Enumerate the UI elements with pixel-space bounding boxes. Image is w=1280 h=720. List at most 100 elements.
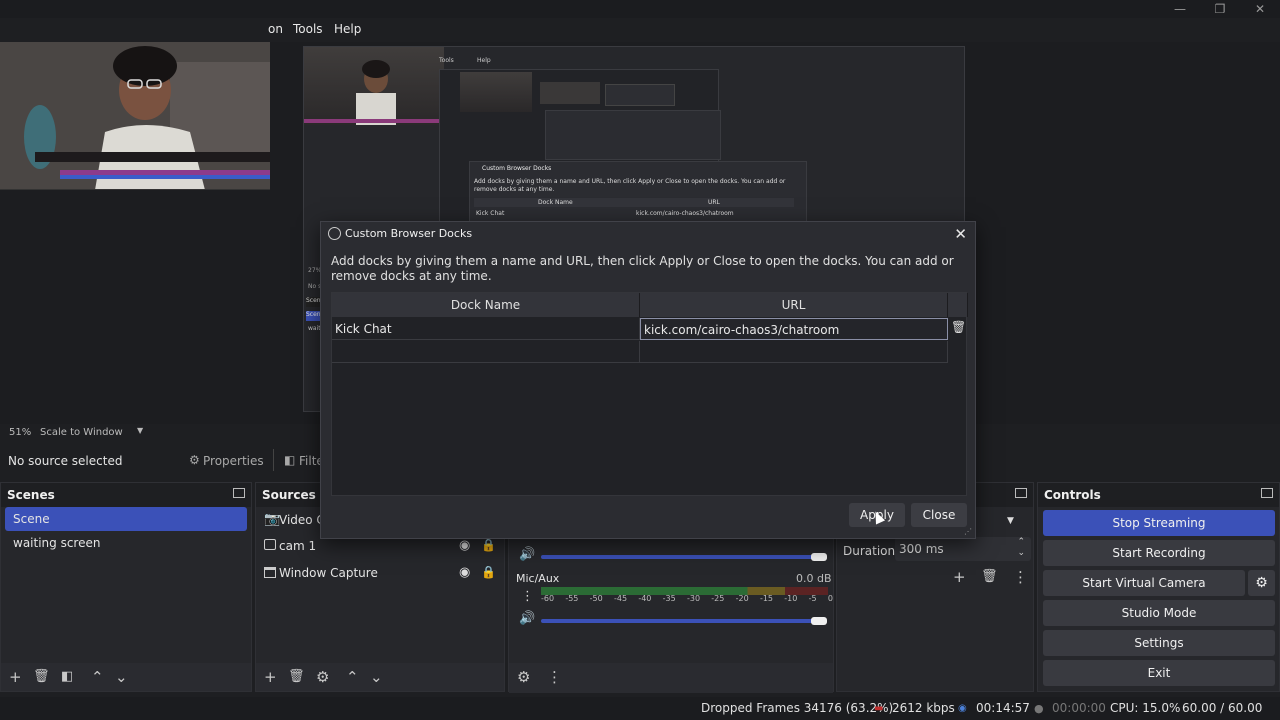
speaker-icon[interactable]: 🔊 [519, 611, 535, 626]
nested-menu-help: Help [477, 57, 491, 64]
new-dock-url-cell[interactable] [640, 341, 948, 363]
bitrate: 2612 kbps [892, 701, 955, 715]
docks-table: Dock Name URL Kick Chat kick.com/cairo-c… [331, 292, 968, 496]
more-icon[interactable]: ⋮ [1013, 563, 1028, 591]
chevron-down-icon[interactable]: ▼ [1007, 516, 1014, 526]
menu-bar [0, 18, 1280, 42]
title-bar: — ❐ ✕ [0, 0, 1280, 18]
start-virtual-camera-button[interactable]: Start Virtual Camera [1043, 570, 1245, 596]
maximize-button[interactable]: ❐ [1200, 0, 1240, 18]
status-bar: Dropped Frames 34176 (63.2%) ▬ 2612 kbps… [0, 697, 1280, 720]
obs-logo-icon [328, 227, 341, 240]
exit-button[interactable]: Exit [1043, 660, 1275, 686]
stop-streaming-button[interactable]: Stop Streaming [1043, 510, 1275, 536]
cpu-usage: CPU: 15.0% [1110, 701, 1181, 715]
menu-partial[interactable]: on [268, 22, 283, 36]
dialog-title-bar: Custom Browser Docks [321, 222, 975, 246]
chevron-down-icon[interactable]: ⌄ [370, 663, 383, 691]
controls-header: Controls [1038, 483, 1279, 507]
column-header-dock-name[interactable]: Dock Name [332, 293, 640, 317]
nested-webcam [304, 47, 444, 125]
camera-icon: 📷 [264, 512, 281, 527]
volume-knob[interactable] [811, 617, 827, 625]
nested-menu-tools: Tools [439, 57, 454, 64]
mixer-channel-name: Mic/Aux [516, 572, 560, 585]
float-icon[interactable] [1015, 488, 1027, 498]
zoom-mode-select[interactable]: Scale to Window [40, 427, 123, 438]
dock-name-cell[interactable]: Kick Chat [332, 318, 640, 340]
scene-item[interactable]: Scene [5, 507, 247, 531]
duration-input[interactable]: 300 ms ⌃ ⌄ [895, 537, 1031, 561]
add-icon[interactable]: + [953, 563, 966, 591]
start-recording-button[interactable]: Start Recording [1043, 540, 1275, 566]
add-icon[interactable]: + [9, 663, 22, 691]
volume-slider[interactable] [541, 555, 826, 559]
chevron-down-icon[interactable]: ▼ [137, 426, 143, 435]
no-source-label: No source selected [8, 454, 123, 468]
trash-icon[interactable]: 🗑 [33, 663, 50, 691]
nested-person-image [304, 60, 444, 125]
fps: 60.00 / 60.00 FPS [1182, 701, 1263, 715]
record-icon: ● [1034, 702, 1044, 715]
scene-item[interactable]: waiting screen [5, 531, 247, 555]
dialog-description: Add docks by giving them a name and URL,… [331, 254, 954, 283]
volume-knob[interactable] [811, 553, 827, 561]
chevron-up-icon[interactable]: ⌃ [346, 663, 359, 691]
filter-icon: ◧ [284, 453, 296, 467]
stream-icon: ◉ [958, 703, 967, 714]
menu-tools[interactable]: Tools [293, 22, 323, 36]
volume-slider[interactable] [541, 619, 826, 623]
studio-mode-button[interactable]: Studio Mode [1043, 600, 1275, 626]
zoom-level: 51% [9, 427, 32, 438]
eye-icon[interactable]: ◉ [459, 565, 470, 580]
settings-button[interactable]: Settings [1043, 630, 1275, 656]
column-header-actions [948, 293, 968, 317]
menu-help[interactable]: Help [334, 22, 361, 36]
scenes-title: Scenes [7, 488, 55, 502]
resize-grip-icon[interactable]: ⋰ [964, 527, 972, 536]
gear-icon[interactable]: ⚙ [316, 663, 329, 691]
add-icon[interactable]: + [264, 663, 277, 691]
gear-icon[interactable]: ⚙ [1248, 570, 1275, 596]
gear-icon: ⚙ [189, 453, 200, 467]
dock-url-cell[interactable]: kick.com/cairo-chaos3/chatroom [640, 318, 948, 340]
stream-time: 00:14:57 [976, 701, 1030, 715]
dropped-frames: Dropped Frames 34176 (63.2%) [701, 701, 894, 715]
gear-icon[interactable]: ⚙ [517, 663, 530, 691]
nested-dialog: Custom Browser Docks Add docks by giving… [469, 161, 807, 223]
more-icon[interactable]: ⋮ [521, 589, 534, 604]
custom-browser-docks-dialog: Custom Browser Docks ✕ Add docks by givi… [320, 221, 976, 539]
person-image [0, 42, 270, 189]
lock-icon[interactable]: 🔒 [481, 565, 496, 579]
trash-icon[interactable]: 🗑 [288, 663, 305, 691]
close-icon[interactable]: ✕ [954, 222, 967, 246]
scenes-dock: Scenes Scene waiting screen + 🗑 ◧ ⌃ ⌄ [0, 482, 252, 692]
column-header-url[interactable]: URL [640, 293, 948, 317]
more-icon[interactable]: ⋮ [547, 663, 562, 691]
dialog-title: Custom Browser Docks [345, 227, 473, 240]
float-icon[interactable] [1261, 488, 1273, 498]
properties-button[interactable]: Properties [203, 454, 264, 468]
filter-icon[interactable]: ◧ [61, 663, 73, 691]
meter-scale: -60 -55 -50 -45 -40 -35 -30 -25 -20 -15 -10 -5 0 [541, 594, 833, 603]
window-icon [264, 567, 276, 578]
lock-icon[interactable]: 🔒 [481, 538, 496, 552]
chevron-up-icon[interactable]: ⌃ [91, 663, 104, 691]
new-dock-name-cell[interactable] [332, 341, 640, 363]
trash-icon[interactable]: 🗑 [951, 320, 966, 336]
close-button[interactable]: Close [911, 503, 967, 527]
duration-label: Duration [843, 544, 896, 558]
mixer-toolbar: ⚙ ⋮ [509, 663, 833, 693]
eye-icon[interactable]: ◉ [459, 538, 470, 553]
chevron-down-icon[interactable]: ⌄ [115, 663, 128, 691]
trash-icon[interactable]: 🗑 [981, 563, 998, 591]
source-item[interactable]: cam 1 [279, 539, 316, 553]
close-window-button[interactable]: ✕ [1240, 0, 1280, 18]
monitor-icon [264, 539, 276, 550]
float-icon[interactable] [233, 488, 245, 498]
minimize-button[interactable]: — [1160, 0, 1200, 18]
sources-toolbar: + 🗑 ⚙ ⌃ ⌄ [256, 663, 504, 691]
speaker-icon[interactable]: 🔊 [519, 547, 535, 562]
mixer-channel-db: 0.0 dB [796, 572, 832, 585]
source-item[interactable]: Window Capture [279, 566, 378, 580]
